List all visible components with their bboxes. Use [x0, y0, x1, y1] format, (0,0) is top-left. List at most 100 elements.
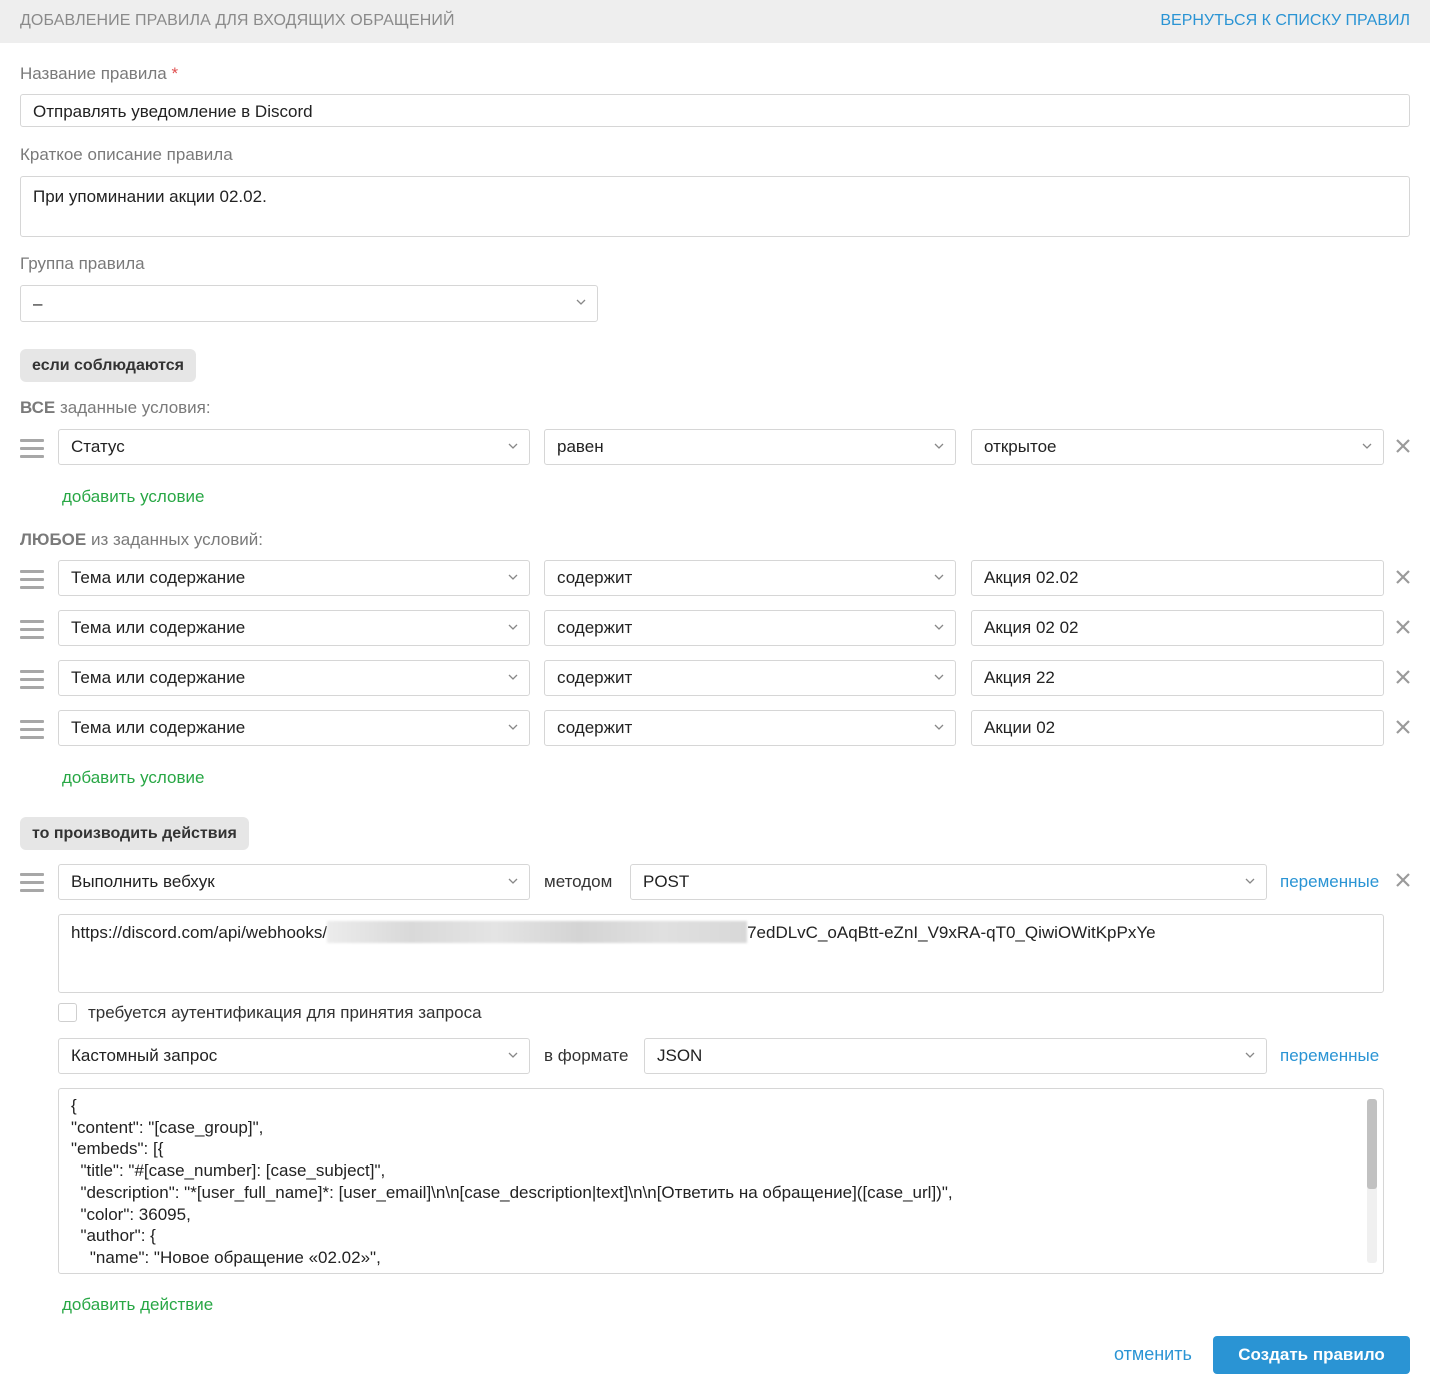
- if-conditions-pill: если соблюдаются: [20, 349, 196, 382]
- rule-name-label: Название правила *: [20, 64, 178, 84]
- request-format-value: JSON: [657, 1046, 703, 1065]
- condition-field-select[interactable]: Тема или содержание: [58, 710, 530, 746]
- chevron-down-icon: [1245, 878, 1255, 887]
- body-variables-link[interactable]: переменные: [1280, 1046, 1379, 1066]
- chevron-down-icon: [576, 299, 586, 308]
- all-conditions-title-bold: ВСЕ: [20, 398, 56, 417]
- cancel-button[interactable]: отменить: [1114, 1344, 1192, 1365]
- drag-handle-icon[interactable]: [20, 439, 44, 458]
- add-all-condition-link[interactable]: добавить условие: [62, 487, 204, 507]
- drag-handle-icon[interactable]: [20, 620, 44, 639]
- http-method-select[interactable]: POST: [630, 864, 1267, 900]
- condition-value-input[interactable]: Акции 02: [971, 710, 1384, 746]
- request-type-value: Кастомный запрос: [71, 1046, 218, 1065]
- webhook-url-suffix: 7edDLvC_oAqBtt-eZnI_V9xRA-qT0_QiwiOWitKp…: [747, 923, 1156, 942]
- page-header: ДОБАВЛЕНИЕ ПРАВИЛА ДЛЯ ВХОДЯЩИХ ОБРАЩЕНИ…: [0, 0, 1430, 43]
- chevron-down-icon: [508, 624, 518, 633]
- condition-value-text: открытое: [984, 437, 1057, 456]
- back-to-rules-link[interactable]: ВЕРНУТЬСЯ К СПИСКУ ПРАВИЛ: [1160, 12, 1410, 30]
- then-actions-pill: то производить действия: [20, 817, 249, 850]
- condition-value-input[interactable]: Акция 02.02: [971, 560, 1384, 596]
- body-line: "author": {: [71, 1226, 156, 1246]
- action-type-select[interactable]: Выполнить вебхук: [58, 864, 530, 900]
- condition-operator-select[interactable]: содержит: [544, 610, 956, 646]
- redacted-token: [327, 920, 748, 943]
- rule-group-value: –: [33, 294, 43, 313]
- condition-operator-select[interactable]: равен: [544, 429, 956, 465]
- chevron-down-icon: [1362, 443, 1372, 452]
- remove-condition-icon[interactable]: [1396, 570, 1412, 586]
- all-conditions-title: ВСЕ заданные условия:: [20, 398, 211, 418]
- add-any-condition-link[interactable]: добавить условие: [62, 768, 204, 788]
- condition-field-select[interactable]: Тема или содержание: [58, 660, 530, 696]
- rule-description-textarea[interactable]: При упоминании акции 02.02.: [20, 176, 1410, 237]
- remove-action-icon[interactable]: [1396, 873, 1412, 889]
- body-line: {: [71, 1096, 77, 1115]
- condition-field-value: Тема или содержание: [71, 618, 246, 637]
- request-body-text: { "content": "[case_group]", "embeds": […: [71, 1095, 953, 1269]
- condition-operator-select[interactable]: содержит: [544, 560, 956, 596]
- any-conditions-title-bold: ЛЮБОЕ: [20, 530, 87, 549]
- chevron-down-icon: [934, 624, 944, 633]
- http-method-value: POST: [643, 872, 690, 891]
- add-action-link[interactable]: добавить действие: [62, 1295, 213, 1315]
- create-rule-button[interactable]: Создать правило: [1213, 1336, 1410, 1374]
- variables-link[interactable]: переменные: [1280, 872, 1379, 892]
- chevron-down-icon: [508, 1052, 518, 1061]
- required-mark: *: [171, 64, 179, 83]
- auth-required-label: требуется аутентификация для принятия за…: [88, 1003, 482, 1022]
- condition-field-value: Тема или содержание: [71, 718, 246, 737]
- condition-value-input[interactable]: Акция 02 02: [971, 610, 1384, 646]
- chevron-down-icon: [934, 724, 944, 733]
- request-format-select[interactable]: JSON: [644, 1038, 1267, 1074]
- any-conditions-title-rest: из заданных условий:: [86, 530, 263, 549]
- chevron-down-icon: [934, 443, 944, 452]
- chevron-down-icon: [508, 878, 518, 887]
- rule-name-input[interactable]: Отправлять уведомление в Discord: [20, 94, 1410, 127]
- chevron-down-icon: [934, 674, 944, 683]
- auth-required-checkbox[interactable]: [58, 1003, 77, 1022]
- chevron-down-icon: [508, 574, 518, 583]
- body-line: "embeds": [{: [71, 1139, 164, 1159]
- action-type-value: Выполнить вебхук: [71, 872, 215, 891]
- condition-operator-value: равен: [557, 437, 604, 456]
- any-conditions-title: ЛЮБОЕ из заданных условий:: [20, 530, 263, 550]
- rule-description-label: Краткое описание правила: [20, 145, 233, 164]
- condition-value-select[interactable]: открытое: [971, 429, 1384, 465]
- drag-handle-icon[interactable]: [20, 670, 44, 689]
- rule-name-label-text: Название правила: [20, 64, 167, 83]
- condition-field-select[interactable]: Статус: [58, 429, 530, 465]
- body-line: "color": 36095,: [71, 1204, 191, 1224]
- condition-field-value: Статус: [71, 437, 125, 456]
- chevron-down-icon: [1245, 1052, 1255, 1061]
- condition-field-value: Тема или содержание: [71, 668, 246, 687]
- condition-field-select[interactable]: Тема или содержание: [58, 560, 530, 596]
- condition-operator-value: содержит: [557, 618, 633, 637]
- remove-condition-icon[interactable]: [1396, 620, 1412, 636]
- remove-condition-icon[interactable]: [1396, 720, 1412, 736]
- chevron-down-icon: [508, 674, 518, 683]
- condition-value-input[interactable]: Акция 22: [971, 660, 1384, 696]
- body-line: "content": "[case_group]",: [71, 1117, 264, 1137]
- condition-operator-select[interactable]: содержит: [544, 660, 956, 696]
- page-title: ДОБАВЛЕНИЕ ПРАВИЛА ДЛЯ ВХОДЯЩИХ ОБРАЩЕНИ…: [20, 12, 455, 29]
- request-body-textarea[interactable]: { "content": "[case_group]", "embeds": […: [58, 1088, 1384, 1274]
- remove-condition-icon[interactable]: [1396, 670, 1412, 686]
- request-type-select[interactable]: Кастомный запрос: [58, 1038, 530, 1074]
- chevron-down-icon: [508, 443, 518, 452]
- scrollbar-thumb[interactable]: [1367, 1099, 1377, 1189]
- method-label: методом: [544, 872, 613, 891]
- format-label: в формате: [544, 1046, 629, 1065]
- drag-handle-icon[interactable]: [20, 873, 44, 892]
- drag-handle-icon[interactable]: [20, 720, 44, 739]
- condition-field-value: Тема или содержание: [71, 568, 246, 587]
- body-line: "name": "Новое обращение «02.02»",: [71, 1247, 381, 1267]
- remove-condition-icon[interactable]: [1396, 439, 1412, 455]
- condition-field-select[interactable]: Тема или содержание: [58, 610, 530, 646]
- rule-group-select[interactable]: –: [20, 285, 598, 322]
- webhook-url-textarea[interactable]: https://discord.com/api/webhooks/7edDLvC…: [58, 914, 1384, 993]
- condition-operator-value: содержит: [557, 568, 633, 587]
- condition-operator-select[interactable]: содержит: [544, 710, 956, 746]
- condition-operator-value: содержит: [557, 668, 633, 687]
- drag-handle-icon[interactable]: [20, 570, 44, 589]
